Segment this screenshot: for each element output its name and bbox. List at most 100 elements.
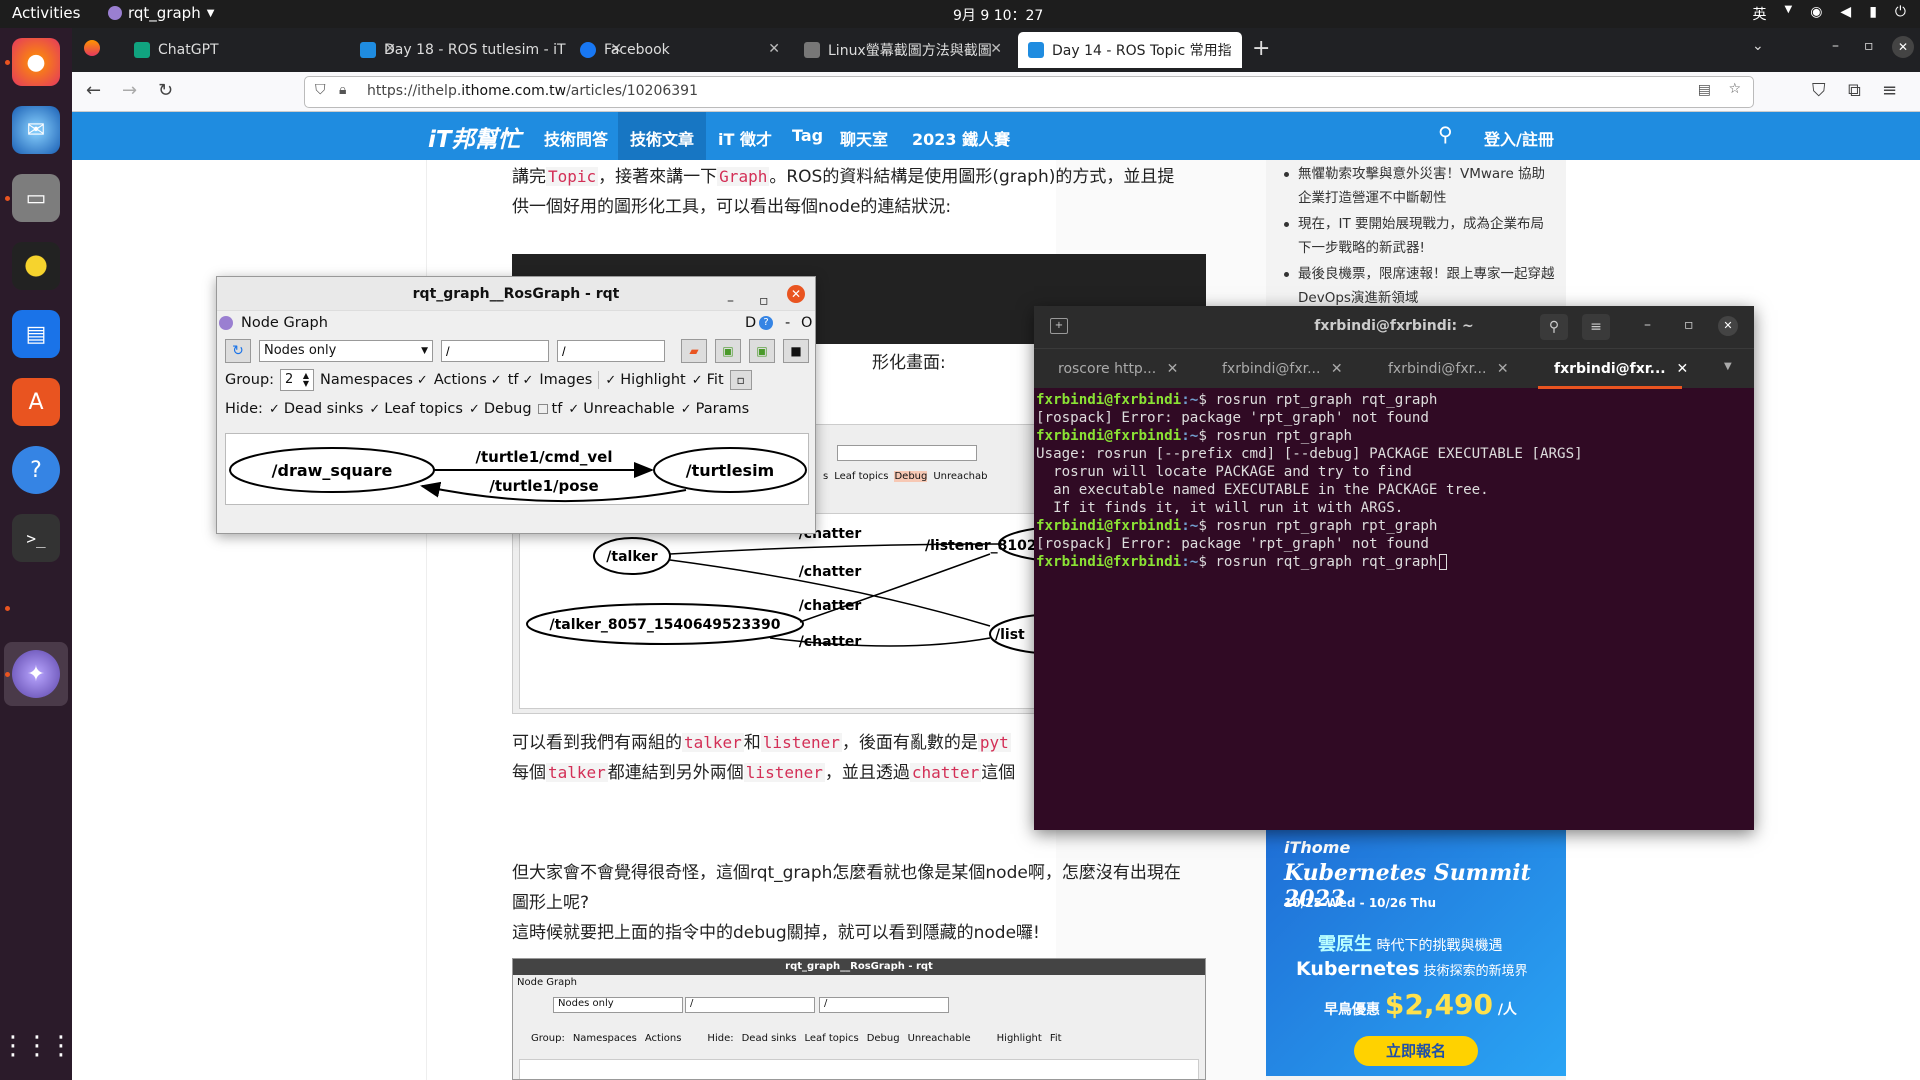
- nav-tag[interactable]: Tag: [792, 126, 823, 145]
- maximize-icon[interactable]: ▫: [1684, 317, 1694, 333]
- unreachable-checkbox[interactable]: ✓ Unreachable: [568, 401, 674, 417]
- login-link[interactable]: 登入/註冊: [1484, 126, 1554, 150]
- hamburger-menu-icon[interactable]: ≡: [1582, 314, 1610, 340]
- menu-icon[interactable]: ≡: [1882, 80, 1897, 101]
- graph-canvas[interactable]: /draw_square /turtlesim /turtle1/cmd_vel…: [225, 433, 809, 505]
- checkbox-label: Debug: [483, 401, 532, 417]
- checkbox-label: Namespaces: [320, 372, 413, 388]
- leaf-topics-checkbox[interactable]: ✓ Leaf topics: [369, 401, 463, 417]
- bookmark-star-icon[interactable]: ☆: [1728, 81, 1741, 97]
- terminal-tab-active[interactable]: fxrbindi@fxr... ✕: [1554, 361, 1688, 377]
- new-tab-icon[interactable]: +: [1050, 318, 1068, 334]
- terminal-icon[interactable]: >_: [12, 514, 60, 562]
- minimize-icon[interactable]: –: [1832, 38, 1839, 54]
- news-item[interactable]: 最後良機票，限席速報！跟上專家一起穿越DevOps演進新領域: [1284, 262, 1556, 310]
- minus-icon[interactable]: -: [785, 315, 790, 331]
- tab-list-chevron-icon[interactable]: ▼: [1724, 361, 1732, 372]
- terminal-tab[interactable]: roscore http... ✕: [1058, 361, 1178, 377]
- maximize-icon[interactable]: ▫: [759, 284, 769, 318]
- actions-checkbox[interactable]: Actions ✓: [434, 372, 502, 388]
- topic-filter-input[interactable]: [557, 340, 665, 362]
- nav-ironman[interactable]: 2023 鐵人賽: [912, 126, 1010, 150]
- url-bar[interactable]: ⛉ 🔒︎ https://ithelp.ithome.com.tw/articl…: [304, 76, 1754, 108]
- nav-articles[interactable]: 技術文章: [618, 112, 707, 160]
- close-icon[interactable]: ✕: [1718, 316, 1738, 336]
- group-spinbox[interactable]: 2 ▲ ▼: [280, 369, 315, 391]
- hide-tf-checkbox[interactable]: tf: [537, 401, 562, 417]
- highlight-checkbox[interactable]: ✓ Highlight: [605, 372, 685, 388]
- terminal-output-line: If it finds it, it will run it with ARGS…: [1036, 500, 1404, 516]
- thunderbird-icon[interactable]: ✉: [12, 106, 60, 154]
- help-icon[interactable]: ?: [759, 316, 773, 330]
- search-icon[interactable]: ⚲: [1540, 314, 1568, 340]
- save-svg-icon[interactable]: ▣: [749, 339, 775, 363]
- firefox-icon[interactable]: ●: [12, 38, 60, 86]
- tab-day14-active[interactable]: Day 14 - ROS Topic 常用指 ✕: [1018, 32, 1242, 68]
- extensions-icon[interactable]: ⧉: [1848, 80, 1861, 101]
- dock-toggle[interactable]: D: [745, 315, 756, 331]
- save-image-icon[interactable]: ■: [783, 339, 809, 363]
- dead-sinks-checkbox[interactable]: ✓ Dead sinks: [269, 401, 363, 417]
- list-tabs-icon[interactable]: ⌄: [1752, 38, 1764, 54]
- help-icon[interactable]: ?: [12, 446, 60, 494]
- nav-qa[interactable]: 技術問答: [544, 126, 608, 150]
- nav-jobs[interactable]: iT 徵才: [718, 126, 772, 150]
- site-logo[interactable]: iT邦幫忙: [428, 120, 521, 154]
- close-tab-icon[interactable]: ✕: [1677, 361, 1689, 377]
- activities-button[interactable]: Activities: [12, 4, 80, 22]
- window-titlebar[interactable]: rqt_graph__RosGraph - rqt – ▫ ✕: [217, 277, 815, 311]
- namespaces-checkbox[interactable]: Namespaces ✓: [320, 372, 428, 388]
- app-menu[interactable]: rqt_graph ▼: [108, 4, 214, 22]
- close-tab-icon[interactable]: ✕: [1497, 361, 1509, 377]
- new-tab-icon[interactable]: +: [1252, 36, 1270, 61]
- terminal-tab[interactable]: fxrbindi@fxr... ✕: [1388, 361, 1509, 377]
- writer-icon[interactable]: ▤: [12, 310, 60, 358]
- input-method-indicator[interactable]: 英: [1753, 4, 1767, 24]
- images-checkbox[interactable]: Images: [539, 372, 592, 388]
- tf-checkbox[interactable]: tf ✓: [508, 372, 534, 388]
- close-tab-icon[interactable]: ✕: [1167, 361, 1179, 377]
- firefox-view-icon[interactable]: [84, 40, 100, 56]
- close-tab-icon[interactable]: ✕: [1331, 361, 1343, 377]
- files-icon[interactable]: ▭: [12, 174, 60, 222]
- minimize-icon[interactable]: –: [727, 284, 734, 318]
- maximize-icon[interactable]: ▫: [1864, 38, 1874, 54]
- minimize-icon[interactable]: –: [1644, 317, 1651, 333]
- ad-cta-button[interactable]: 立即報名: [1354, 1036, 1478, 1066]
- nav-chat[interactable]: 聊天室: [840, 126, 888, 150]
- forward-icon[interactable]: →: [122, 80, 137, 101]
- fit-checkbox[interactable]: ✓ Fit: [692, 372, 724, 388]
- news-item[interactable]: 現在，IT 要開始展現戰力，成為企業布局下一步戰略的新武器!: [1284, 212, 1556, 260]
- terminal-tab[interactable]: fxrbindi@fxr... ✕: [1222, 361, 1343, 377]
- running-indicator: [5, 672, 10, 677]
- fit-view-icon[interactable]: ▫: [729, 370, 752, 390]
- save-dot-icon[interactable]: ▣: [715, 339, 741, 363]
- load-dot-icon[interactable]: ▰: [681, 339, 707, 363]
- software-icon[interactable]: A: [12, 378, 60, 426]
- terminal-titlebar[interactable]: + fxrbindi@fxrbindi: ~ ⚲ ≡ – ▫ ✕: [1034, 306, 1754, 348]
- system-tray[interactable]: 英 ▼ ◉ ◀ ▮ ⏻: [1753, 4, 1907, 24]
- close-tab-icon[interactable]: ✕: [1220, 41, 1232, 57]
- reload-icon[interactable]: ↻: [158, 80, 173, 101]
- kubernetes-summit-ad[interactable]: iThome Kubernetes Summit 2023 10/25 Wed …: [1266, 830, 1566, 1076]
- close-tab-icon[interactable]: ✕: [990, 41, 1002, 57]
- params-checkbox[interactable]: ✓ Params: [681, 401, 749, 417]
- clock[interactable]: 9月 9 10：27: [953, 5, 1043, 25]
- refresh-icon[interactable]: ↻: [225, 339, 251, 363]
- reader-view-icon[interactable]: ▤: [1698, 82, 1711, 98]
- debug-checkbox[interactable]: ✓ Debug: [469, 401, 532, 417]
- rqt-icon[interactable]: ✦: [12, 650, 60, 698]
- close-window-icon[interactable]: ✕: [1892, 36, 1914, 58]
- apps-grid-icon[interactable]: ⋮⋮⋮: [0, 1022, 74, 1070]
- namespace-filter-input[interactable]: [441, 340, 549, 362]
- graph-type-select[interactable]: Nodes only ▼: [259, 340, 433, 362]
- back-icon[interactable]: ←: [86, 80, 101, 101]
- close-tab-icon[interactable]: ✕: [768, 41, 780, 57]
- terminal-output[interactable]: fxrbindi@fxrbindi:~$ rosrun rpt_graph rq…: [1034, 388, 1754, 574]
- close-plugin-icon[interactable]: O: [801, 315, 812, 331]
- pocket-icon[interactable]: ⛉: [1812, 80, 1826, 101]
- news-item[interactable]: 無懼勒索攻擊與意外災害！VMware 協助企業打造營運不中斷韌性: [1284, 162, 1556, 210]
- rhythmbox-icon[interactable]: [12, 242, 60, 290]
- search-icon[interactable]: ⚲: [1438, 122, 1453, 146]
- close-icon[interactable]: ✕: [787, 285, 805, 303]
